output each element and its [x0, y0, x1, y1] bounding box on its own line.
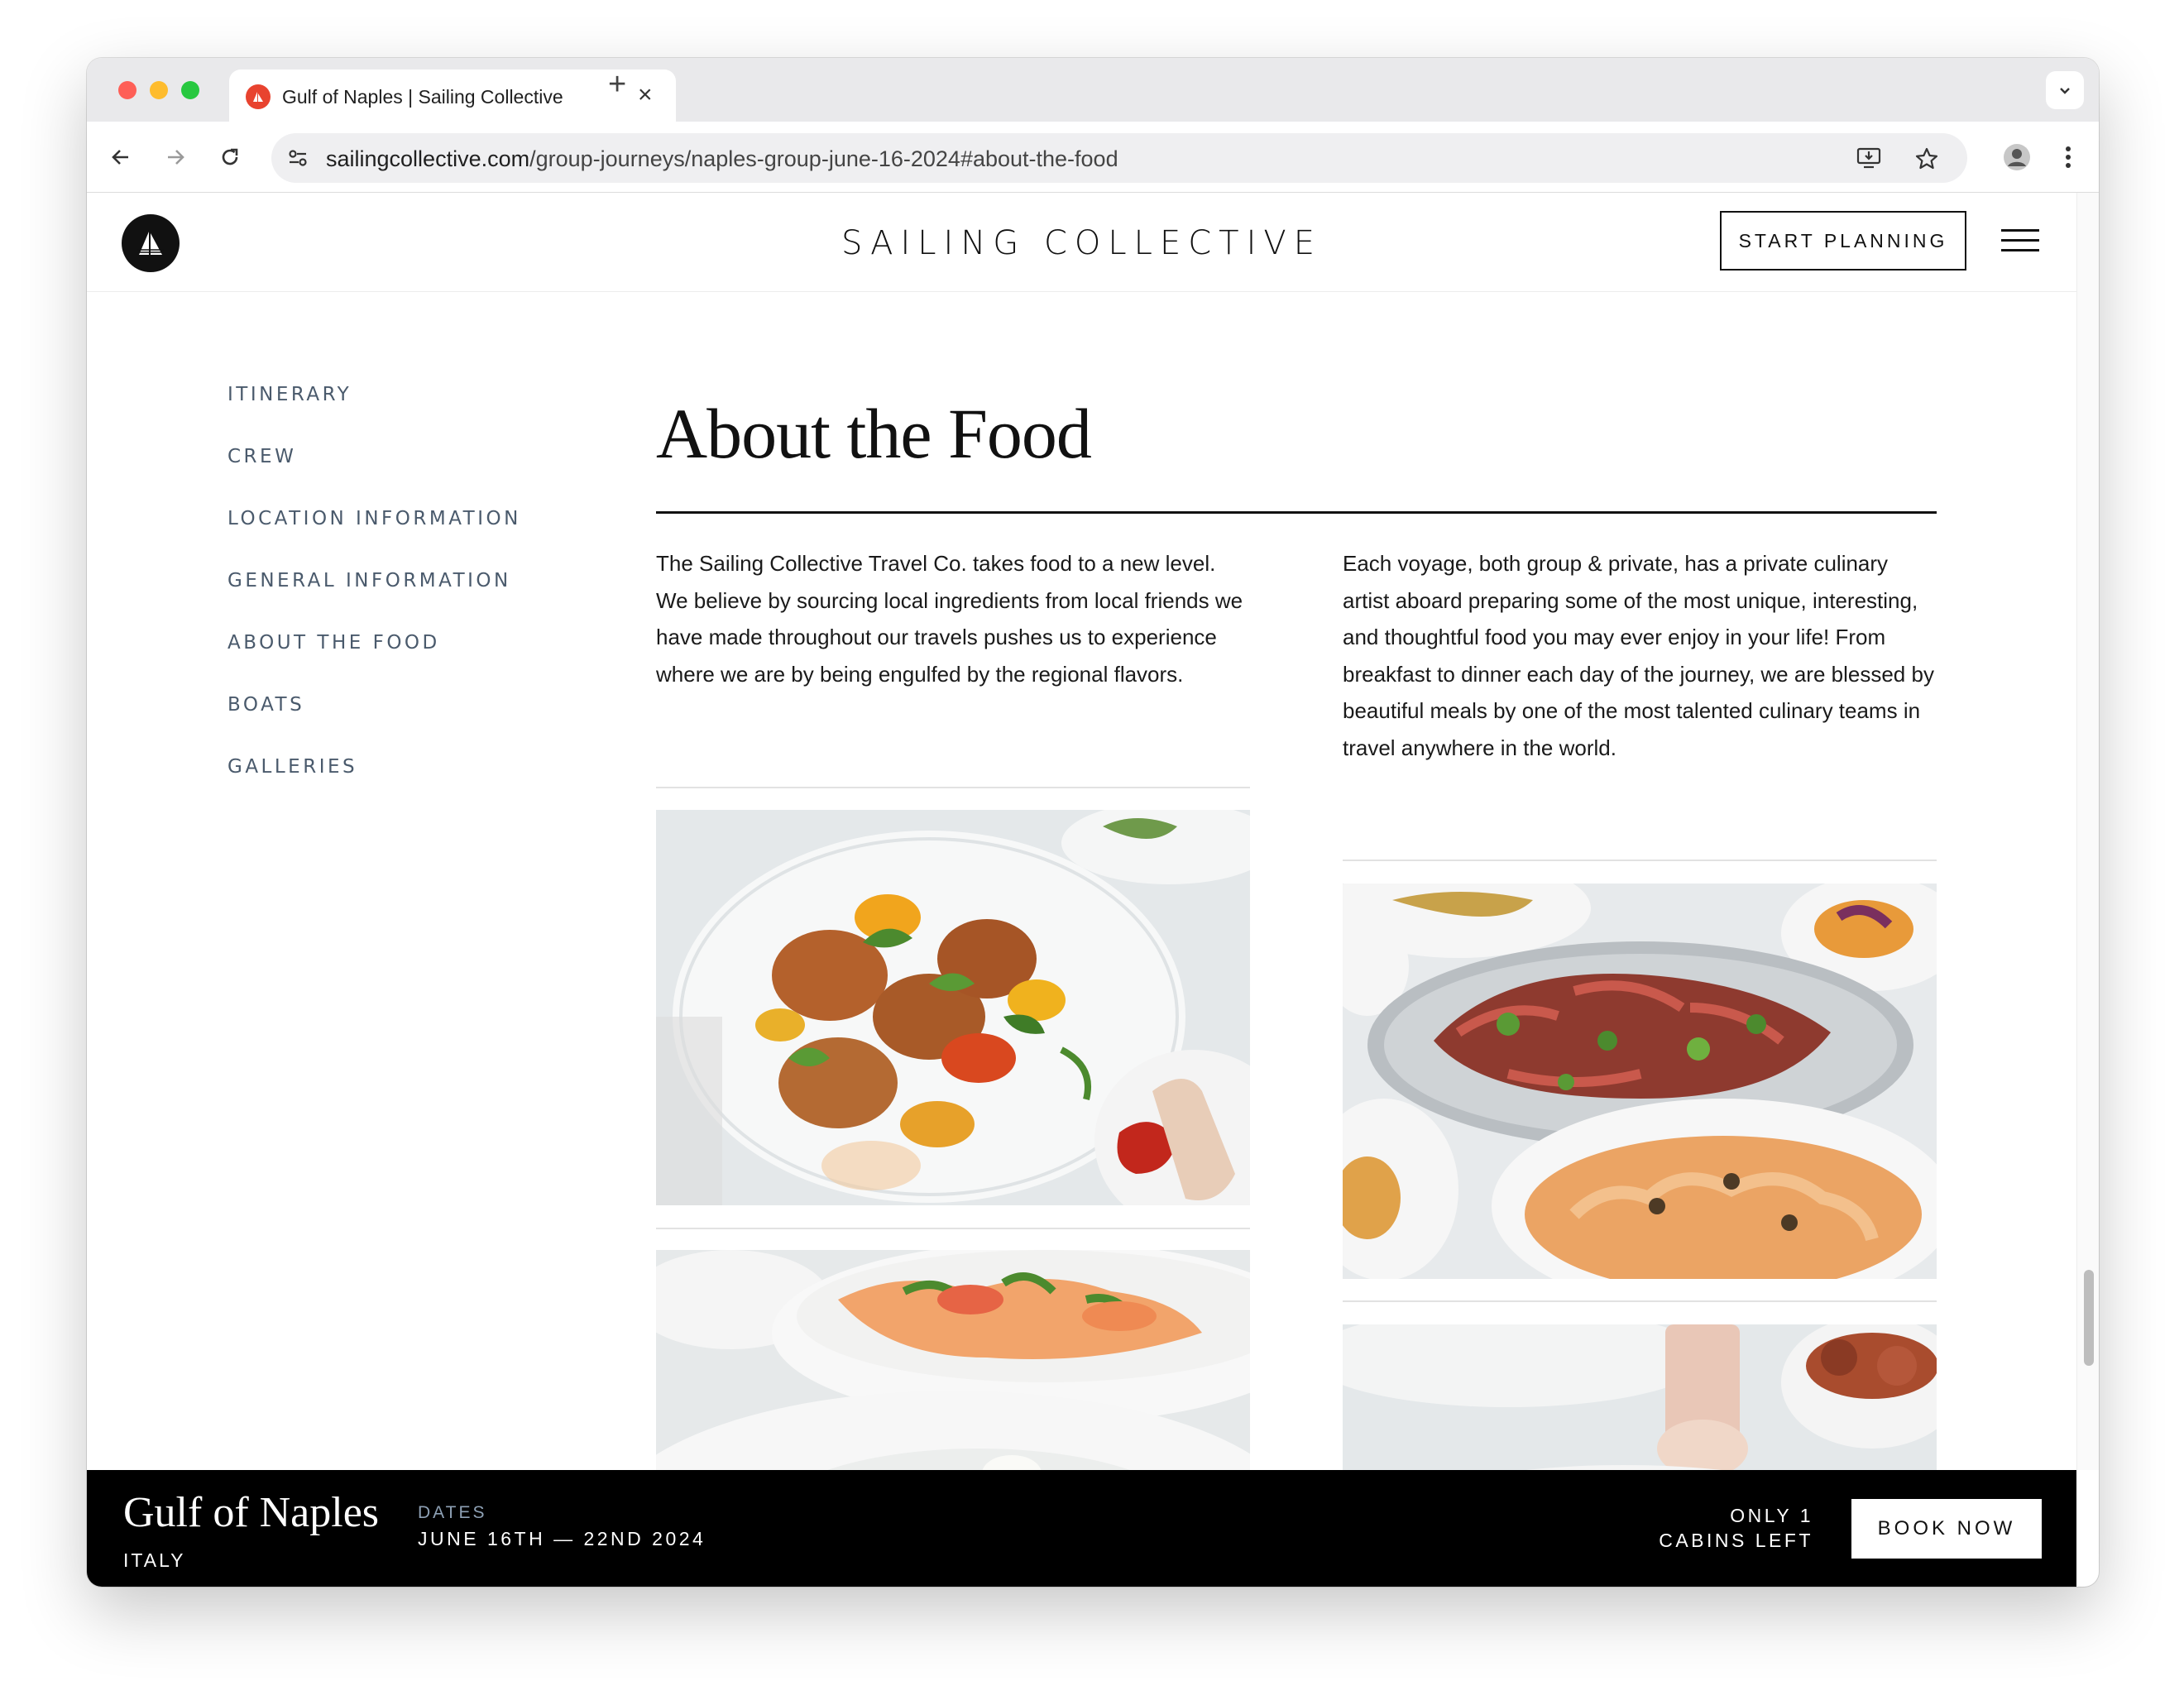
browser-window: Gulf of Naples | Sailing Collective × + …: [87, 58, 2099, 1587]
section-nav: ITINERARY CREW LOCATION INFORMATION GENE…: [228, 384, 521, 818]
start-planning-button[interactable]: START PLANNING: [1720, 211, 1966, 271]
scrollbar-thumb[interactable]: [2084, 1270, 2094, 1366]
availability-line-1: ONLY 1: [1730, 1505, 1813, 1526]
food-photo-octopus-pasta: [1343, 884, 1937, 1279]
browser-toolbar: sailingcollective.com/group-journeys/nap…: [87, 122, 2099, 193]
divider: [656, 787, 1250, 788]
nav-item-boats[interactable]: BOATS: [228, 694, 521, 756]
plus-icon[interactable]: +: [608, 68, 626, 101]
availability-line-2: CABINS LEFT: [1659, 1530, 1813, 1551]
page-scrollbar[interactable]: [2076, 193, 2099, 1470]
site-settings-icon[interactable]: [286, 146, 309, 174]
food-photo-chicken-peppers: [656, 810, 1250, 1205]
booking-bar: Gulf of Naples ITALY DATES JUNE 16TH — 2…: [87, 1470, 2076, 1587]
dates-label: DATES: [418, 1503, 487, 1522]
chevron-down-icon[interactable]: [2046, 71, 2084, 109]
trip-destination: Gulf of Naples: [123, 1489, 380, 1536]
close-icon[interactable]: ×: [638, 81, 653, 109]
nav-item-about-the-food[interactable]: ABOUT THE FOOD: [228, 632, 521, 694]
book-now-button[interactable]: BOOK NOW: [1851, 1499, 2042, 1559]
url-domain: sailingcollective.com: [326, 146, 530, 171]
url-text: sailingcollective.com/group-journeys/nap…: [326, 146, 1118, 172]
nav-item-crew[interactable]: CREW: [228, 446, 521, 508]
nav-item-itinerary[interactable]: ITINERARY: [228, 384, 521, 446]
bookmark-star-icon[interactable]: [1914, 146, 1939, 175]
maximize-window-button[interactable]: [181, 81, 199, 99]
nav-item-location-information[interactable]: LOCATION INFORMATION: [228, 508, 521, 570]
address-bar[interactable]: sailingcollective.com/group-journeys/nap…: [271, 133, 1967, 183]
back-icon[interactable]: [102, 138, 140, 176]
install-app-icon[interactable]: [1856, 146, 1881, 174]
favicon-icon: [246, 84, 271, 109]
profile-icon[interactable]: [1998, 138, 2036, 176]
title-divider: [656, 511, 1937, 514]
nav-item-general-information[interactable]: GENERAL INFORMATION: [228, 570, 521, 632]
close-window-button[interactable]: [118, 81, 136, 99]
more-vert-icon[interactable]: [2049, 138, 2087, 176]
divider: [1343, 860, 1937, 861]
section-title: About the Food: [656, 394, 1092, 473]
minimize-window-button[interactable]: [150, 81, 168, 99]
hamburger-menu-icon[interactable]: [2001, 229, 2039, 259]
tab-strip: Gulf of Naples | Sailing Collective × +: [87, 58, 2099, 122]
forward-icon[interactable]: [156, 138, 194, 176]
page-content: ITINERARY CREW LOCATION INFORMATION GENE…: [87, 293, 2076, 1528]
url-path: /group-journeys/naples-group-june-16-202…: [529, 146, 1118, 171]
divider: [656, 1228, 1250, 1229]
reload-icon[interactable]: [211, 138, 249, 176]
divider: [1343, 1300, 1937, 1302]
site-header: SAILING COLLECTIVE START PLANNING: [87, 193, 2076, 292]
trip-dates: JUNE 16TH — 22ND 2024: [418, 1528, 706, 1549]
trip-country: ITALY: [123, 1549, 186, 1571]
cabin-availability: ONLY 1 CABINS LEFT: [1659, 1503, 1813, 1553]
food-intro-paragraph: The Sailing Collective Travel Co. takes …: [656, 551, 1243, 687]
culinary-paragraph: Each voyage, both group & private, has a…: [1343, 551, 1934, 760]
tab-title: Gulf of Naples | Sailing Collective: [282, 86, 563, 108]
nav-item-galleries[interactable]: GALLERIES: [228, 756, 521, 818]
